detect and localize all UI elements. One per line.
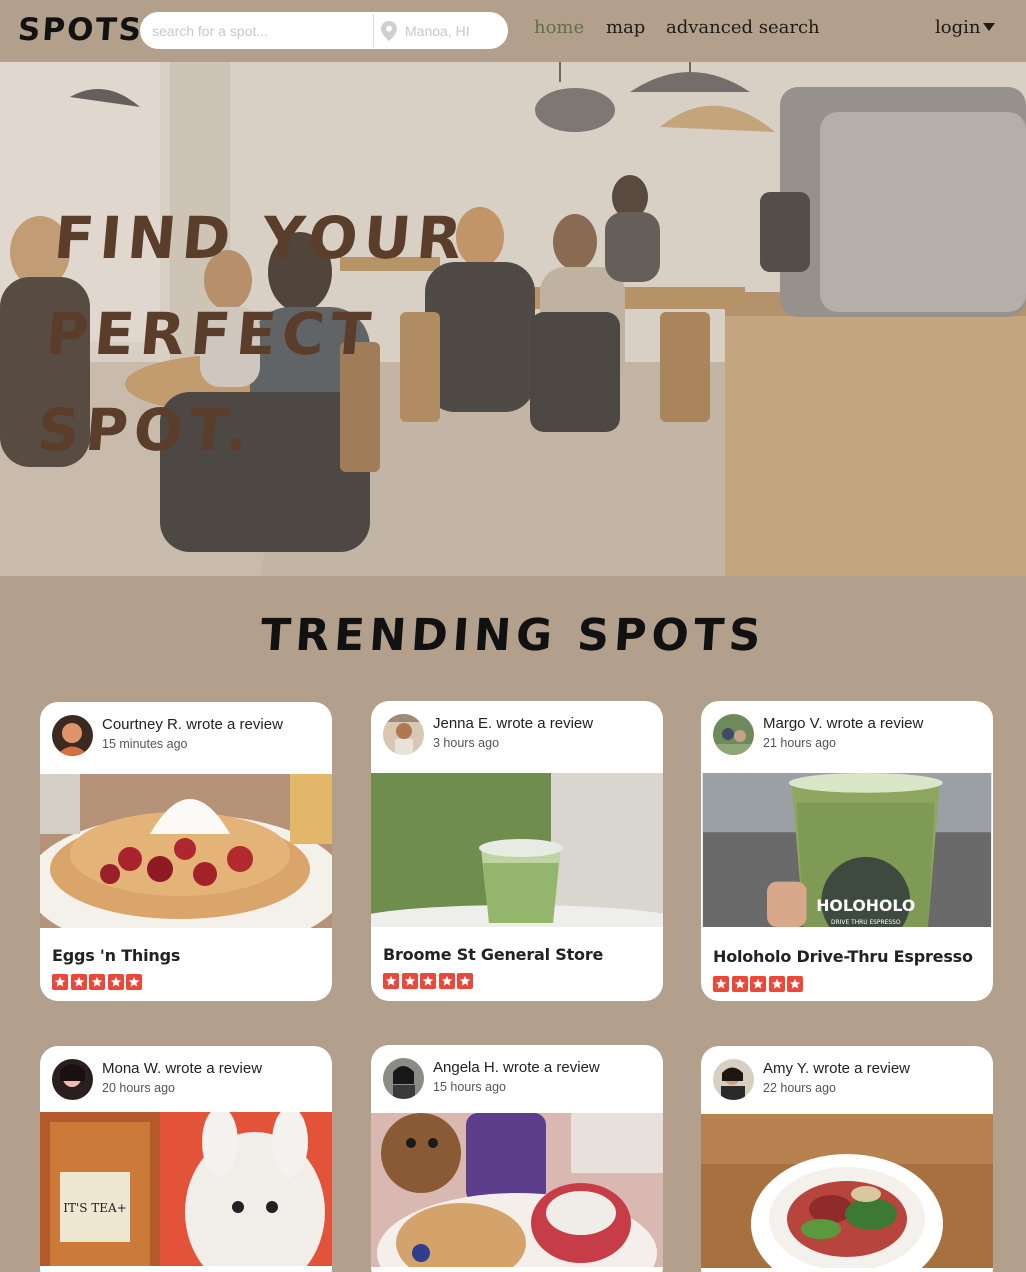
spot-photo [371,773,663,927]
login-label: login [935,17,981,38]
rating-stars [713,976,803,992]
review-card[interactable]: Jenna E. wrote a review 3 hours ago Broo… [371,701,663,1001]
review-time: 15 minutes ago [102,737,188,751]
top-nav: SPOTS home map advanced search login [0,0,1026,62]
review-time: 21 hours ago [763,736,836,750]
star-icon [126,974,142,990]
star-icon [787,976,803,992]
review-time: 3 hours ago [433,736,500,750]
search-divider [373,14,374,47]
star-icon [52,974,68,990]
rating-stars [383,973,473,989]
review-time: 22 hours ago [763,1081,836,1095]
star-icon [420,973,436,989]
spot-photo: HOLOHOLO DRIVE THRU ESPRESSO [702,773,992,927]
review-card[interactable]: Margo V. wrote a review 21 hours ago HOL… [701,701,993,1001]
avatar [52,1059,93,1100]
spot-name[interactable]: Broome St General Store [383,945,603,964]
holoholo-cup-logo: HOLOHOLO [816,896,915,915]
spot-name[interactable]: Holoholo Drive-Thru Espresso [713,947,973,966]
reviewer-text[interactable]: Jenna E. wrote a review [433,715,593,732]
logo[interactable]: SPOTS [17,12,144,48]
nav-home[interactable]: home [534,17,584,38]
card-header: Angela H. wrote a review 15 hours ago [371,1045,663,1117]
card-header: Jenna E. wrote a review 3 hours ago [371,701,663,773]
star-icon [383,973,399,989]
hero-line-3: SPOT. [34,396,257,464]
star-icon [457,973,473,989]
review-card[interactable]: Angela H. wrote a review 15 hours ago [371,1045,663,1272]
avatar [52,715,93,756]
reviewer-text[interactable]: Amy Y. wrote a review [763,1060,910,1077]
star-icon [731,976,748,992]
star-icon [768,976,785,992]
map-pin-icon [381,21,397,41]
spot-photo [371,1113,663,1267]
star-icon [70,974,87,990]
star-icon [750,976,766,992]
review-card[interactable]: Courtney R. wrote a review 15 minutes ag… [40,702,332,1001]
login-menu[interactable]: login [935,17,996,38]
location-input[interactable] [405,12,500,49]
nav-map[interactable]: map [606,17,645,38]
review-card[interactable]: Amy Y. wrote a review 22 hours ago [701,1046,993,1272]
star-icon [713,976,729,992]
hero-line-1: FIND YOUR [51,204,471,272]
search-input[interactable] [152,12,370,49]
its-tea-cup-logo: IT'S TEA+ [63,1201,127,1215]
trending-spots-heading: TRENDING SPOTS [258,610,768,661]
spot-photo: IT'S TEA+ [40,1112,332,1266]
card-header: Mona W. wrote a review 20 hours ago [40,1046,332,1118]
avatar [383,714,424,755]
reviewer-text[interactable]: Margo V. wrote a review [763,715,923,732]
spot-name[interactable]: Eggs 'n Things [52,946,180,965]
avatar [383,1058,424,1099]
card-header: Courtney R. wrote a review 15 minutes ag… [40,702,332,774]
reviewer-text[interactable]: Angela H. wrote a review [433,1059,600,1076]
nav-advanced-search[interactable]: advanced search [666,17,820,38]
holoholo-cup-sub: DRIVE THRU ESPRESSO [831,920,901,926]
avatar [713,714,754,755]
caret-down-icon [983,23,996,31]
search-bar [140,12,508,49]
avatar [713,1059,754,1100]
card-header: Amy Y. wrote a review 22 hours ago [701,1046,993,1118]
star-icon [89,974,105,990]
spot-photo [40,774,332,928]
hero-banner: FIND YOUR PERFECT SPOT. [0,62,1026,576]
hero-line-2: PERFECT [43,300,380,368]
reviewer-text[interactable]: Courtney R. wrote a review [102,716,283,733]
reviewer-text[interactable]: Mona W. wrote a review [102,1060,262,1077]
card-header: Margo V. wrote a review 21 hours ago [701,701,993,773]
rating-stars [52,974,142,990]
hero-headline: FIND YOUR PERFECT SPOT. [33,190,478,478]
star-icon [438,973,455,989]
review-time: 15 hours ago [433,1080,506,1094]
review-time: 20 hours ago [102,1081,175,1095]
star-icon [401,973,418,989]
review-card[interactable]: Mona W. wrote a review 20 hours ago IT'S… [40,1046,332,1272]
spot-photo [701,1114,993,1268]
star-icon [107,974,124,990]
